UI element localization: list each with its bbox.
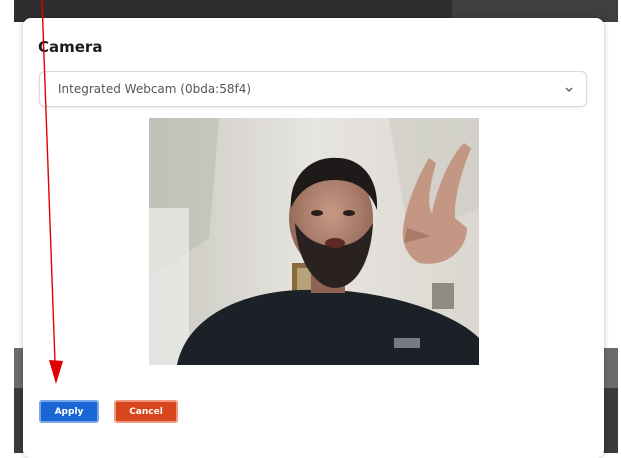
cancel-button[interactable]: Cancel [114,400,178,423]
camera-select-value: Integrated Webcam (0bda:58f4) [58,82,252,96]
camera-preview [149,118,479,365]
apply-button[interactable]: Apply [39,400,99,423]
chevron-down-icon [565,87,573,92]
camera-select[interactable]: Integrated Webcam (0bda:58f4) [39,71,587,107]
camera-dialog: Camera Integrated Webcam (0bda:58f4) App… [23,18,604,458]
dialog-title: Camera [38,38,103,56]
webcam-frame-image [149,118,479,365]
